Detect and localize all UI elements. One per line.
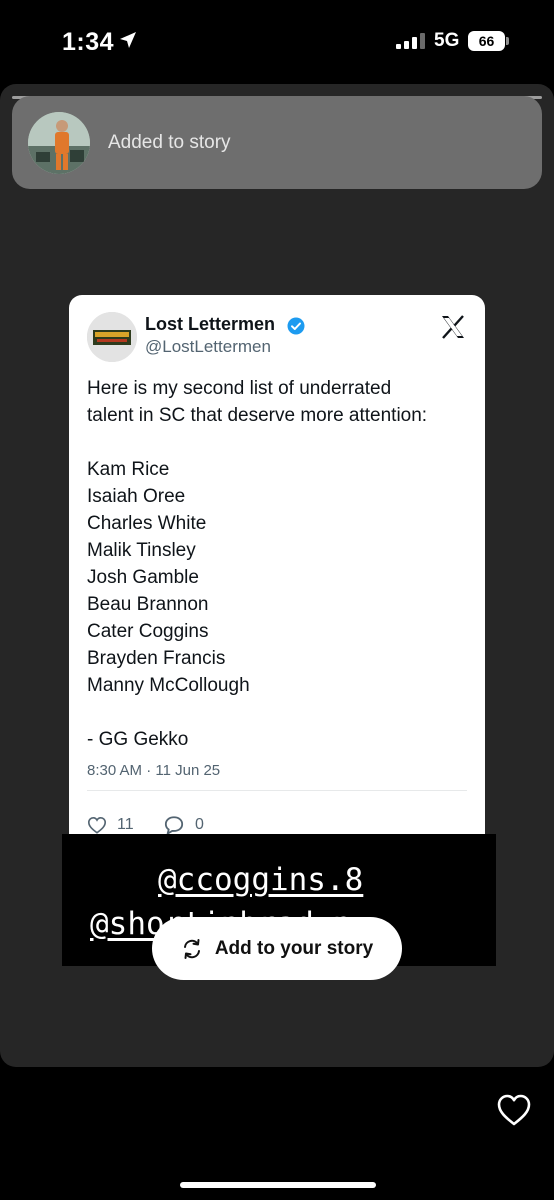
tweet-author-avatar [87,312,137,362]
add-to-story-label: Add to your story [214,937,374,959]
mention-tag[interactable]: @ccoggins.8 [158,862,363,898]
status-time: 1:34 [62,28,115,56]
reply-count: 0 [195,816,204,833]
reply-button[interactable]: 0 [163,814,204,835]
story-preview-sheet[interactable]: Added to story Lost Lettermen @LostLette… [0,84,554,1067]
added-to-story-toast[interactable]: Added to story [12,96,542,189]
location-arrow-icon [120,32,136,48]
tweet-divider [87,790,467,791]
heart-icon[interactable] [496,1093,532,1127]
player-name: Manny McCollough [87,675,250,696]
verified-badge-icon [287,317,305,335]
like-count: 11 [117,816,134,833]
signal-icon [396,33,425,49]
player-name: Isaiah Oree [87,486,186,507]
x-logo-icon[interactable] [440,314,466,340]
tweet-intro-line: talent in SC that deserve more attention… [87,405,428,426]
tweet-signature: - GG Gekko [87,729,189,750]
player-name: Beau Brannon [87,594,209,615]
reshare-icon [183,938,200,959]
story-thumbnail [28,112,90,174]
home-indicator[interactable] [180,1182,376,1188]
tweet-text: Here is my second list of underrated tal… [87,375,477,753]
tweet-author-handle[interactable]: @LostLettermen [145,337,271,357]
player-name: Josh Gamble [87,567,199,588]
heart-icon [87,816,107,834]
add-to-story-button[interactable]: Add to your story [152,917,402,980]
tweet-author-name[interactable]: Lost Lettermen [145,314,275,335]
like-button[interactable]: 11 [87,814,134,835]
reply-bubble-icon [164,816,184,835]
player-name: Malik Tinsley [87,540,196,561]
tweet-card[interactable]: Lost Lettermen @LostLettermen Here is my… [69,295,485,835]
status-bar: 1:34 5G 66 [0,0,554,84]
battery-level: 66 [478,33,495,49]
network-type: 5G [434,30,460,51]
tweet-timestamp[interactable]: 8:30 AM · 11 Jun 25 [87,762,220,779]
battery-icon: 66 [468,31,510,51]
toast-message: Added to story [108,132,231,153]
player-name: Charles White [87,513,207,534]
player-name: Cater Coggins [87,621,209,642]
tweet-intro-line: Here is my second list of underrated [87,378,392,399]
player-name: Kam Rice [87,459,170,480]
player-name: Brayden Francis [87,648,226,669]
